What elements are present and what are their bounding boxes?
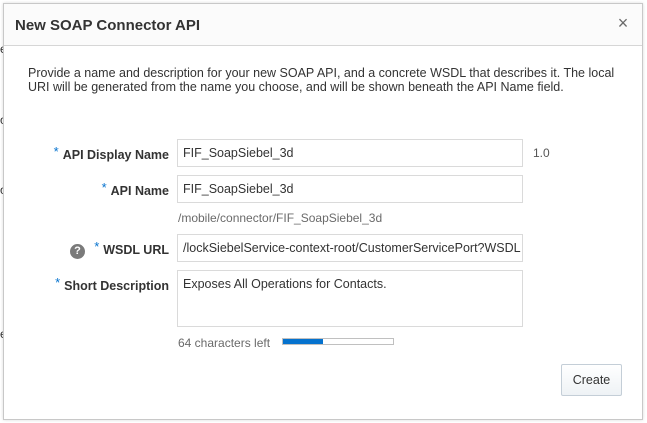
dialog-title: New SOAP Connector API bbox=[15, 17, 201, 34]
characters-left: 64 characters left bbox=[178, 336, 271, 350]
dialog-description: Provide a name and description for your … bbox=[28, 66, 615, 94]
required-marker: * bbox=[55, 275, 61, 290]
required-marker: * bbox=[53, 144, 59, 159]
question-circle-icon[interactable]: ? bbox=[70, 244, 85, 259]
new-soap-connector-dialog: New SOAP Connector API × Provide a name … bbox=[3, 3, 643, 420]
required-marker: * bbox=[94, 239, 100, 254]
wsdl-url-input[interactable]: /lockSiebelService-context-root/Customer… bbox=[177, 234, 523, 262]
api-version: 1.0 bbox=[533, 146, 550, 160]
create-button[interactable]: Create bbox=[561, 364, 622, 396]
api-display-name-input[interactable]: FIF_SoapSiebel_3d bbox=[177, 139, 523, 167]
required-marker: * bbox=[101, 180, 107, 195]
api-name-label: * API Name bbox=[101, 180, 169, 198]
wsdl-url-label: * WSDL URL bbox=[94, 239, 169, 257]
api-name-input[interactable]: FIF_SoapSiebel_3d bbox=[177, 175, 523, 203]
close-icon[interactable]: × bbox=[615, 14, 631, 32]
short-description-label: * Short Description bbox=[55, 275, 169, 293]
character-count-bar bbox=[282, 338, 394, 345]
local-uri: /mobile/connector/FIF_SoapSiebel_3d bbox=[178, 211, 383, 225]
short-description-textarea[interactable]: Exposes All Operations for Contacts. bbox=[177, 270, 523, 327]
dialog-header: New SOAP Connector API × bbox=[4, 4, 642, 46]
api-display-name-label: * API Display Name bbox=[53, 144, 169, 162]
character-count-fill bbox=[283, 339, 323, 344]
